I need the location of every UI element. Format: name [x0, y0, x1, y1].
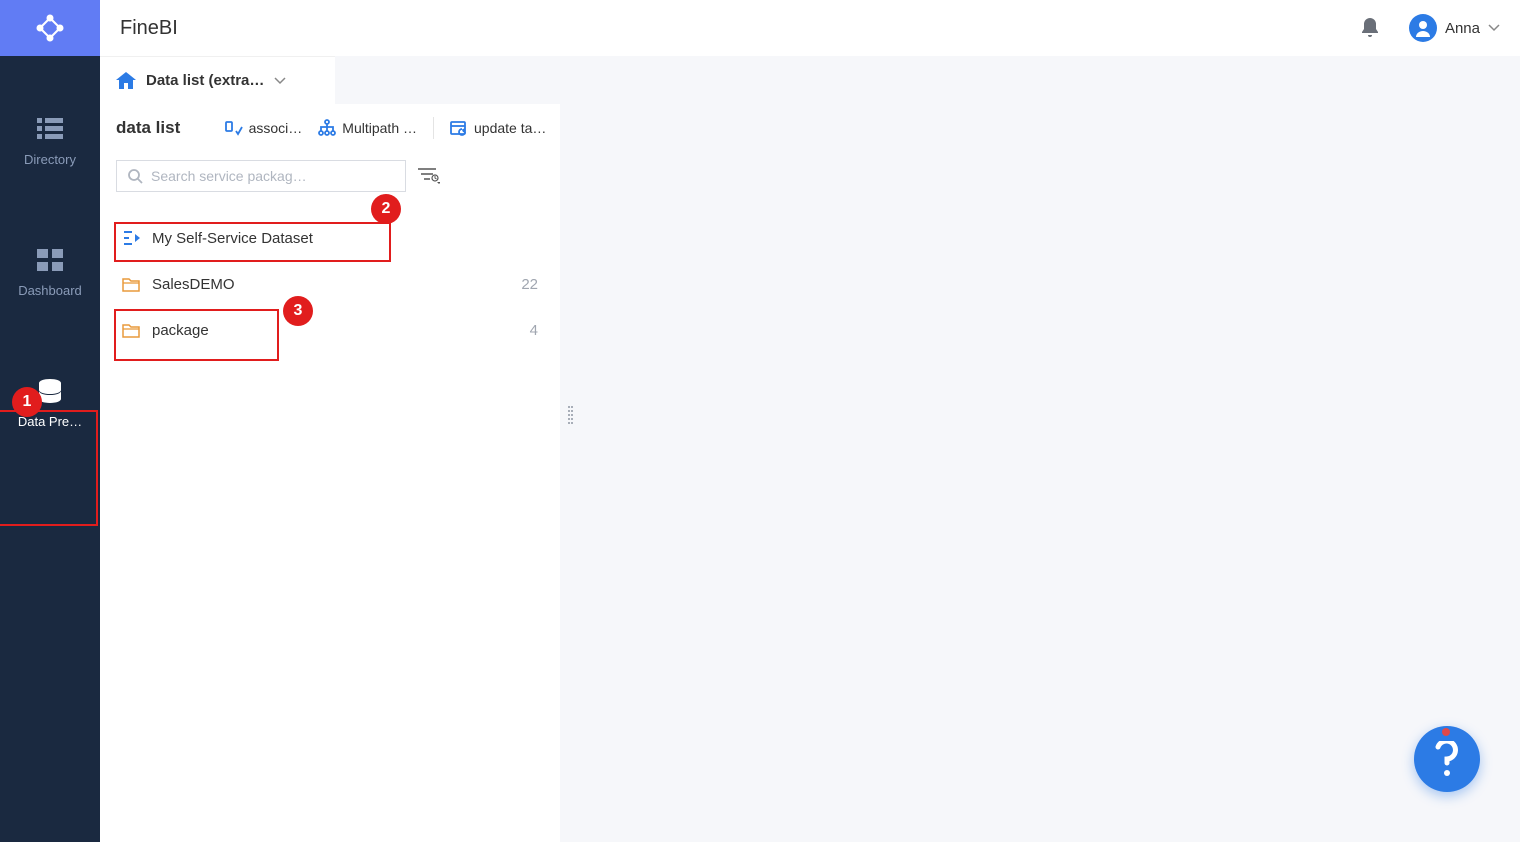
grid-icon: [37, 247, 63, 273]
action-label: associ…: [249, 120, 303, 136]
nav-label: Directory: [5, 152, 95, 167]
search-icon: [127, 168, 143, 184]
breadcrumb[interactable]: Data list (extra…: [100, 56, 335, 104]
user-menu[interactable]: Anna: [1409, 14, 1500, 42]
help-button[interactable]: [1414, 726, 1480, 792]
nav-label: Dashboard: [5, 283, 95, 298]
annotation-badge-2: 2: [371, 194, 401, 224]
divider: [433, 117, 434, 139]
user-name: Anna: [1445, 20, 1480, 37]
folder-icon: [122, 277, 144, 292]
panel-resize-handle[interactable]: [568, 406, 574, 428]
dataset-package[interactable]: package 4: [116, 312, 544, 348]
action-label: Multipath …: [342, 120, 417, 136]
calendar-refresh-icon: [450, 119, 468, 137]
multipath-button[interactable]: Multipath …: [318, 119, 417, 137]
filter-button[interactable]: [418, 167, 440, 185]
search-input[interactable]: [151, 168, 395, 184]
nav-dashboard[interactable]: Dashboard: [0, 227, 100, 318]
app-logo[interactable]: [0, 0, 100, 56]
breadcrumb-label: Data list (extra…: [146, 72, 264, 89]
self-service-icon: [122, 230, 144, 246]
association-icon: [225, 119, 243, 137]
dataset-label: My Self-Service Dataset: [152, 230, 538, 247]
notification-dot: [1442, 728, 1450, 736]
dataset-count: 22: [521, 276, 538, 293]
dataset-label: SalesDEMO: [152, 276, 521, 293]
dataset-salesdemo[interactable]: SalesDEMO 22: [116, 266, 544, 302]
content-area: [560, 104, 1520, 842]
annotation-badge-3: 3: [283, 296, 313, 326]
panel-title: data list: [116, 118, 180, 138]
hierarchy-icon: [318, 119, 336, 137]
action-label: update task…: [474, 120, 552, 136]
nav-label: Data Pre…: [5, 414, 95, 429]
dataset-my-self-service[interactable]: My Self-Service Dataset: [116, 220, 544, 256]
filter-icon: [418, 167, 440, 185]
annotation-badge-1: 1: [12, 387, 42, 417]
sidebar: Directory Dashboard: [0, 0, 100, 842]
nav-directory[interactable]: Directory: [0, 96, 100, 187]
update-task-button[interactable]: update task…: [450, 119, 552, 137]
dataset-count: 4: [530, 322, 538, 339]
dataset-label: package: [152, 322, 530, 339]
chevron-down-icon: [274, 77, 286, 85]
home-icon: [116, 72, 136, 90]
header: FineBI Anna: [100, 0, 1520, 56]
list-icon: [37, 116, 63, 142]
app-title: FineBI: [120, 17, 178, 40]
association-view-button[interactable]: associ…: [225, 119, 303, 137]
folder-icon: [122, 323, 144, 338]
chevron-down-icon: [1488, 24, 1500, 32]
search-box: [116, 160, 406, 192]
avatar-icon: [1409, 14, 1437, 42]
notifications-button[interactable]: [1361, 18, 1379, 38]
